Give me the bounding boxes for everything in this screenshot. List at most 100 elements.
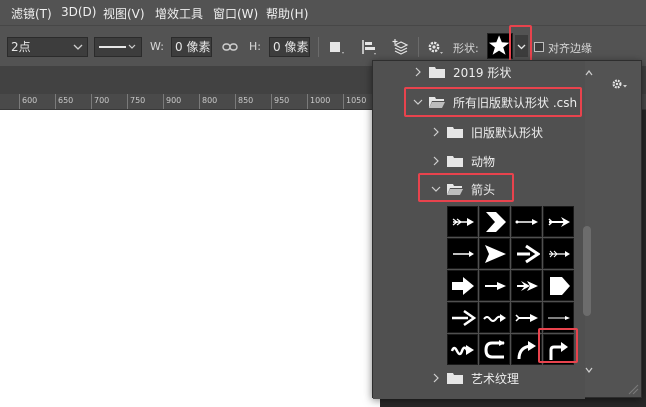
ruler-tick xyxy=(235,94,236,109)
wavy-arrow-icon xyxy=(482,313,506,322)
folder-row-2019[interactable]: 2019 形状 xyxy=(373,61,585,83)
stroke-size-dropdown[interactable]: 2点 xyxy=(7,37,88,57)
menu-filter[interactable]: 滤镜(T) xyxy=(11,5,52,22)
slim-arrow-icon xyxy=(484,281,506,290)
highlight-turn-right-shape xyxy=(538,328,578,363)
ruler-tick xyxy=(307,94,308,109)
path-alignment-icon[interactable] xyxy=(359,37,379,57)
ruler-tick xyxy=(127,94,128,109)
bold-arrow-icon xyxy=(516,244,540,263)
folder-row-animals[interactable]: 动物 xyxy=(373,147,585,175)
panel-settings-gear-icon[interactable] xyxy=(611,77,629,91)
triangle-arrow-icon xyxy=(484,244,506,263)
shape-thumb-arrow-squiggle[interactable] xyxy=(447,334,478,365)
align-edges-checkbox[interactable] xyxy=(534,42,544,52)
pentagon-arrow-icon xyxy=(549,276,570,295)
shape-thumb-arrow-line[interactable] xyxy=(447,238,478,269)
squiggle-arrow-icon xyxy=(450,344,474,355)
shape-thumb-arrow-feather-2[interactable] xyxy=(543,238,574,269)
stroke-type-dropdown[interactable] xyxy=(94,37,142,57)
scrollbar-thumb[interactable] xyxy=(583,226,591,316)
dart-arrow-icon xyxy=(547,216,570,227)
stroke-size-value: 2点 xyxy=(11,40,31,54)
shape-thumb-arrow-wavy[interactable] xyxy=(479,302,510,333)
path-arrangement-icon[interactable] xyxy=(391,37,411,57)
chevron-right-icon xyxy=(433,156,439,166)
stroke-line-icon xyxy=(99,44,136,49)
ruler-label: 750 xyxy=(130,96,146,105)
chevron-right-icon xyxy=(433,127,439,137)
heavy-arrow-icon xyxy=(451,309,476,326)
divider xyxy=(318,37,319,57)
folder-row-legacy-default[interactable]: 旧版默认形状 xyxy=(373,118,585,146)
chevron-down-icon xyxy=(73,44,83,50)
gear-icon[interactable] xyxy=(425,37,445,57)
thin-arrow-icon xyxy=(515,218,538,225)
height-value: 0 像素 xyxy=(273,40,309,54)
shape-thumb-arrow-pentagon[interactable] xyxy=(543,270,574,301)
ruler-label: 650 xyxy=(58,96,74,105)
folder-label: 旧版默认形状 xyxy=(471,125,544,140)
skinny-arrow-icon xyxy=(547,315,570,320)
shape-thumb-arrow-dart[interactable] xyxy=(543,206,574,237)
ruler-tick xyxy=(163,94,164,109)
feathered-arrow-icon xyxy=(452,217,474,226)
width-value: 0 像素 xyxy=(175,40,211,54)
folder-label: 2019 形状 xyxy=(453,65,512,80)
shape-thumb-arrow-bold[interactable] xyxy=(511,238,542,269)
chevron-right-icon xyxy=(433,373,439,383)
ruler-tick xyxy=(343,94,344,109)
folder-icon xyxy=(447,156,463,167)
align-edges-label: 对齐边缘 xyxy=(548,42,592,55)
curved-arrow-icon xyxy=(517,340,536,359)
folder-label: 艺术纹理 xyxy=(471,371,520,386)
shape-thumb-arrow-triangle[interactable] xyxy=(479,238,510,269)
folder-icon xyxy=(447,373,463,384)
shape-thumb-chevron[interactable] xyxy=(479,206,510,237)
ruler-label: 700 xyxy=(94,96,110,105)
shape-label: 形状: xyxy=(453,42,479,55)
ruler-label: 600 xyxy=(22,96,38,105)
menu-plugins[interactable]: 增效工具 xyxy=(155,5,203,22)
ruler-label: 800 xyxy=(202,96,218,105)
shape-thumb-arrow-heavy[interactable] xyxy=(447,302,478,333)
ruler-tick xyxy=(91,94,92,109)
document-canvas[interactable] xyxy=(0,110,380,407)
ruler-label: 950 xyxy=(274,96,290,105)
shape-thumb-arrow-u-turn[interactable] xyxy=(479,334,510,365)
u-turn-arrow-icon xyxy=(483,339,505,358)
height-input[interactable]: 0 像素 xyxy=(269,37,310,57)
menu-window[interactable]: 窗口(W) xyxy=(213,5,258,22)
line-arrow-icon xyxy=(452,250,474,257)
ruler-label: 900 xyxy=(166,96,182,105)
width-input[interactable]: 0 像素 xyxy=(171,37,212,57)
shape-thumb-arrow-block[interactable] xyxy=(447,270,478,301)
width-label: W: xyxy=(150,40,164,53)
picker-highlight xyxy=(509,25,532,63)
ruler-label: 850 xyxy=(238,96,254,105)
menu-view[interactable]: 视图(V) xyxy=(103,5,145,22)
path-operations-icon[interactable] xyxy=(326,37,346,57)
link-icon[interactable] xyxy=(220,37,240,57)
block-arrow-icon xyxy=(451,276,474,295)
highlight-legacy-all-folder xyxy=(404,87,582,117)
folder-icon xyxy=(447,127,463,138)
folder-label: 动物 xyxy=(471,154,496,169)
scroll-down-icon[interactable] xyxy=(584,366,594,374)
menu-3d[interactable]: 3D(D) xyxy=(61,5,96,19)
shape-thumb-arrow-thin[interactable] xyxy=(511,206,542,237)
notched-arrow-icon xyxy=(514,313,538,322)
chevron-right-icon xyxy=(415,67,421,77)
shape-thumb-arrow-slim[interactable] xyxy=(479,270,510,301)
folder-icon xyxy=(429,67,445,78)
highlight-arrows-folder xyxy=(418,173,514,202)
ruler-label: 1050 xyxy=(346,96,367,105)
shape-thumb-arrow-feathered[interactable] xyxy=(447,206,478,237)
ruler-tick xyxy=(19,94,20,109)
shape-thumb-arrow-double-head[interactable] xyxy=(511,270,542,301)
scroll-up-icon[interactable] xyxy=(584,69,594,77)
resize-grip-icon[interactable] xyxy=(627,383,639,395)
menu-help[interactable]: 帮助(H) xyxy=(266,5,308,22)
folder-row-art-textures[interactable]: 艺术纹理 xyxy=(373,367,585,389)
height-label: H: xyxy=(249,40,261,53)
